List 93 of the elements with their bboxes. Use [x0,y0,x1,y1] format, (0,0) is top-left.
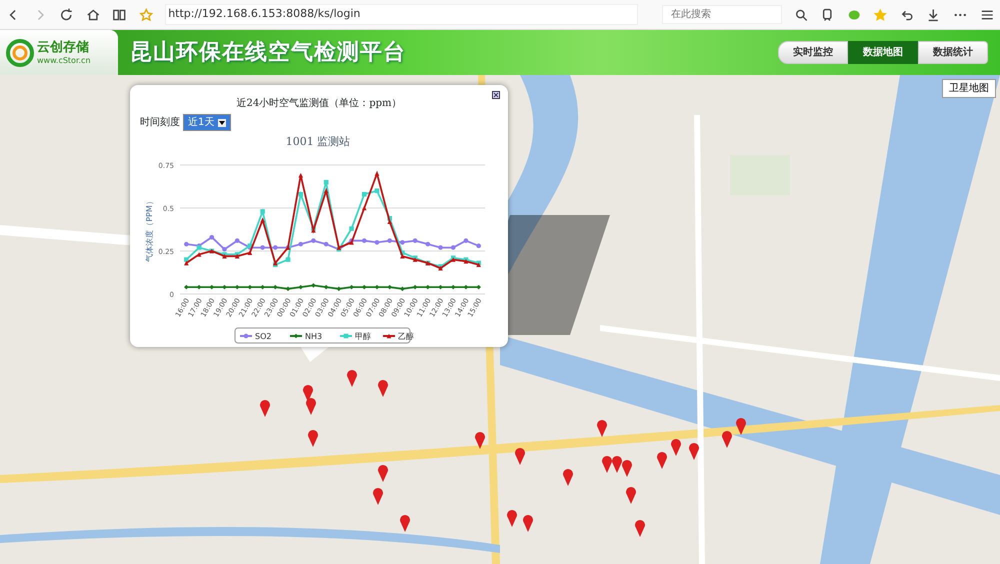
point [387,238,392,243]
scale-label: 时间刻度 [140,116,180,130]
map-pin-icon[interactable] [621,459,633,477]
map-pin-icon[interactable] [474,431,486,449]
legend-marker [290,334,302,338]
point [362,192,367,197]
point [362,238,367,243]
legend-label[interactable]: 甲醇 [355,332,371,341]
map-pin-icon[interactable] [596,419,608,437]
nav-tab[interactable]: 数据统计 [918,41,988,64]
axis-title: 气体浓度（PPM） [145,197,154,262]
point [260,245,265,250]
chart-title: 1001 监测站 [286,135,350,148]
map-pin-icon[interactable] [307,429,319,447]
point [298,242,304,246]
point [311,283,316,288]
map-pin-icon[interactable] [625,486,637,504]
home-icon[interactable] [86,6,100,22]
map-pin-icon[interactable] [656,451,668,469]
map-pin-icon[interactable] [562,468,574,486]
nav-tab[interactable]: 数据地图 [848,41,918,64]
legend-marker [340,334,352,338]
point [184,260,189,266]
point [286,286,290,292]
map-pin-icon[interactable] [514,447,526,465]
nav-tab[interactable]: 实时监控 [778,41,848,64]
logo-url: www.cStor.cn [37,56,91,64]
popup-title: 近24小时空气监测值（单位：ppm） [236,98,402,109]
legend-marker [240,334,252,338]
logo-icon [6,38,34,66]
legend-label[interactable]: 乙醇 [398,332,414,341]
point [311,238,316,243]
star-icon[interactable] [138,6,154,22]
point [298,173,304,178]
point [324,284,328,290]
point [374,188,380,194]
point [464,238,468,243]
point [298,192,304,197]
point [400,240,405,245]
reload-icon[interactable] [59,6,74,22]
map-pin-icon[interactable] [259,399,271,417]
legend-label[interactable]: NH3 [305,332,322,341]
point [438,284,443,290]
point [426,242,430,246]
map-pin-icon[interactable] [372,487,384,505]
point [248,250,252,256]
point [324,180,328,184]
point [400,254,405,258]
search-field[interactable]: 在此搜索 [662,5,782,24]
map-pin-icon[interactable] [670,438,682,456]
map-pin-icon[interactable] [634,519,646,537]
point [222,246,227,252]
point [196,252,202,257]
map-pin-icon[interactable] [377,464,389,482]
close-icon[interactable] [492,91,500,99]
point [234,238,240,243]
point [438,245,443,250]
map-pin-icon[interactable] [735,417,747,435]
point [324,188,328,194]
map-pin-icon[interactable] [302,384,314,402]
point [209,234,214,240]
map-pin-icon[interactable] [377,379,389,397]
map-pin-icon[interactable] [522,514,534,532]
point [260,209,265,214]
map-pin-icon[interactable] [688,442,700,460]
map-pin-icon[interactable] [721,430,733,448]
caret-icon [218,118,226,126]
point [349,226,354,231]
legend-marker [383,334,395,338]
url-field[interactable]: http://192.168.6.153:8088/ks/login [165,4,638,25]
map-pin-icon[interactable] [506,509,518,527]
point [374,171,380,176]
point [184,242,189,246]
map-type-button[interactable]: 卫星地图 [942,79,996,98]
map-pin-icon[interactable] [399,514,411,532]
point [412,238,418,243]
point [450,245,456,250]
point [260,218,265,222]
point [374,240,380,245]
legend-label[interactable]: SO2 [255,332,272,341]
point [476,244,481,248]
map-pin-icon[interactable] [611,455,623,473]
point [362,206,367,210]
star-icon[interactable] [873,6,888,22]
map-pin-icon[interactable] [601,455,613,473]
app-title: 昆山环保在线空气检测平台 [130,39,407,67]
point [286,257,290,262]
logo-text: 云创存储 [37,40,90,54]
map-pin-icon[interactable] [305,397,317,415]
point [324,242,328,246]
time-scale-select[interactable]: 近1天 [183,114,232,131]
map-pin-icon[interactable] [346,369,358,387]
point [273,245,278,250]
